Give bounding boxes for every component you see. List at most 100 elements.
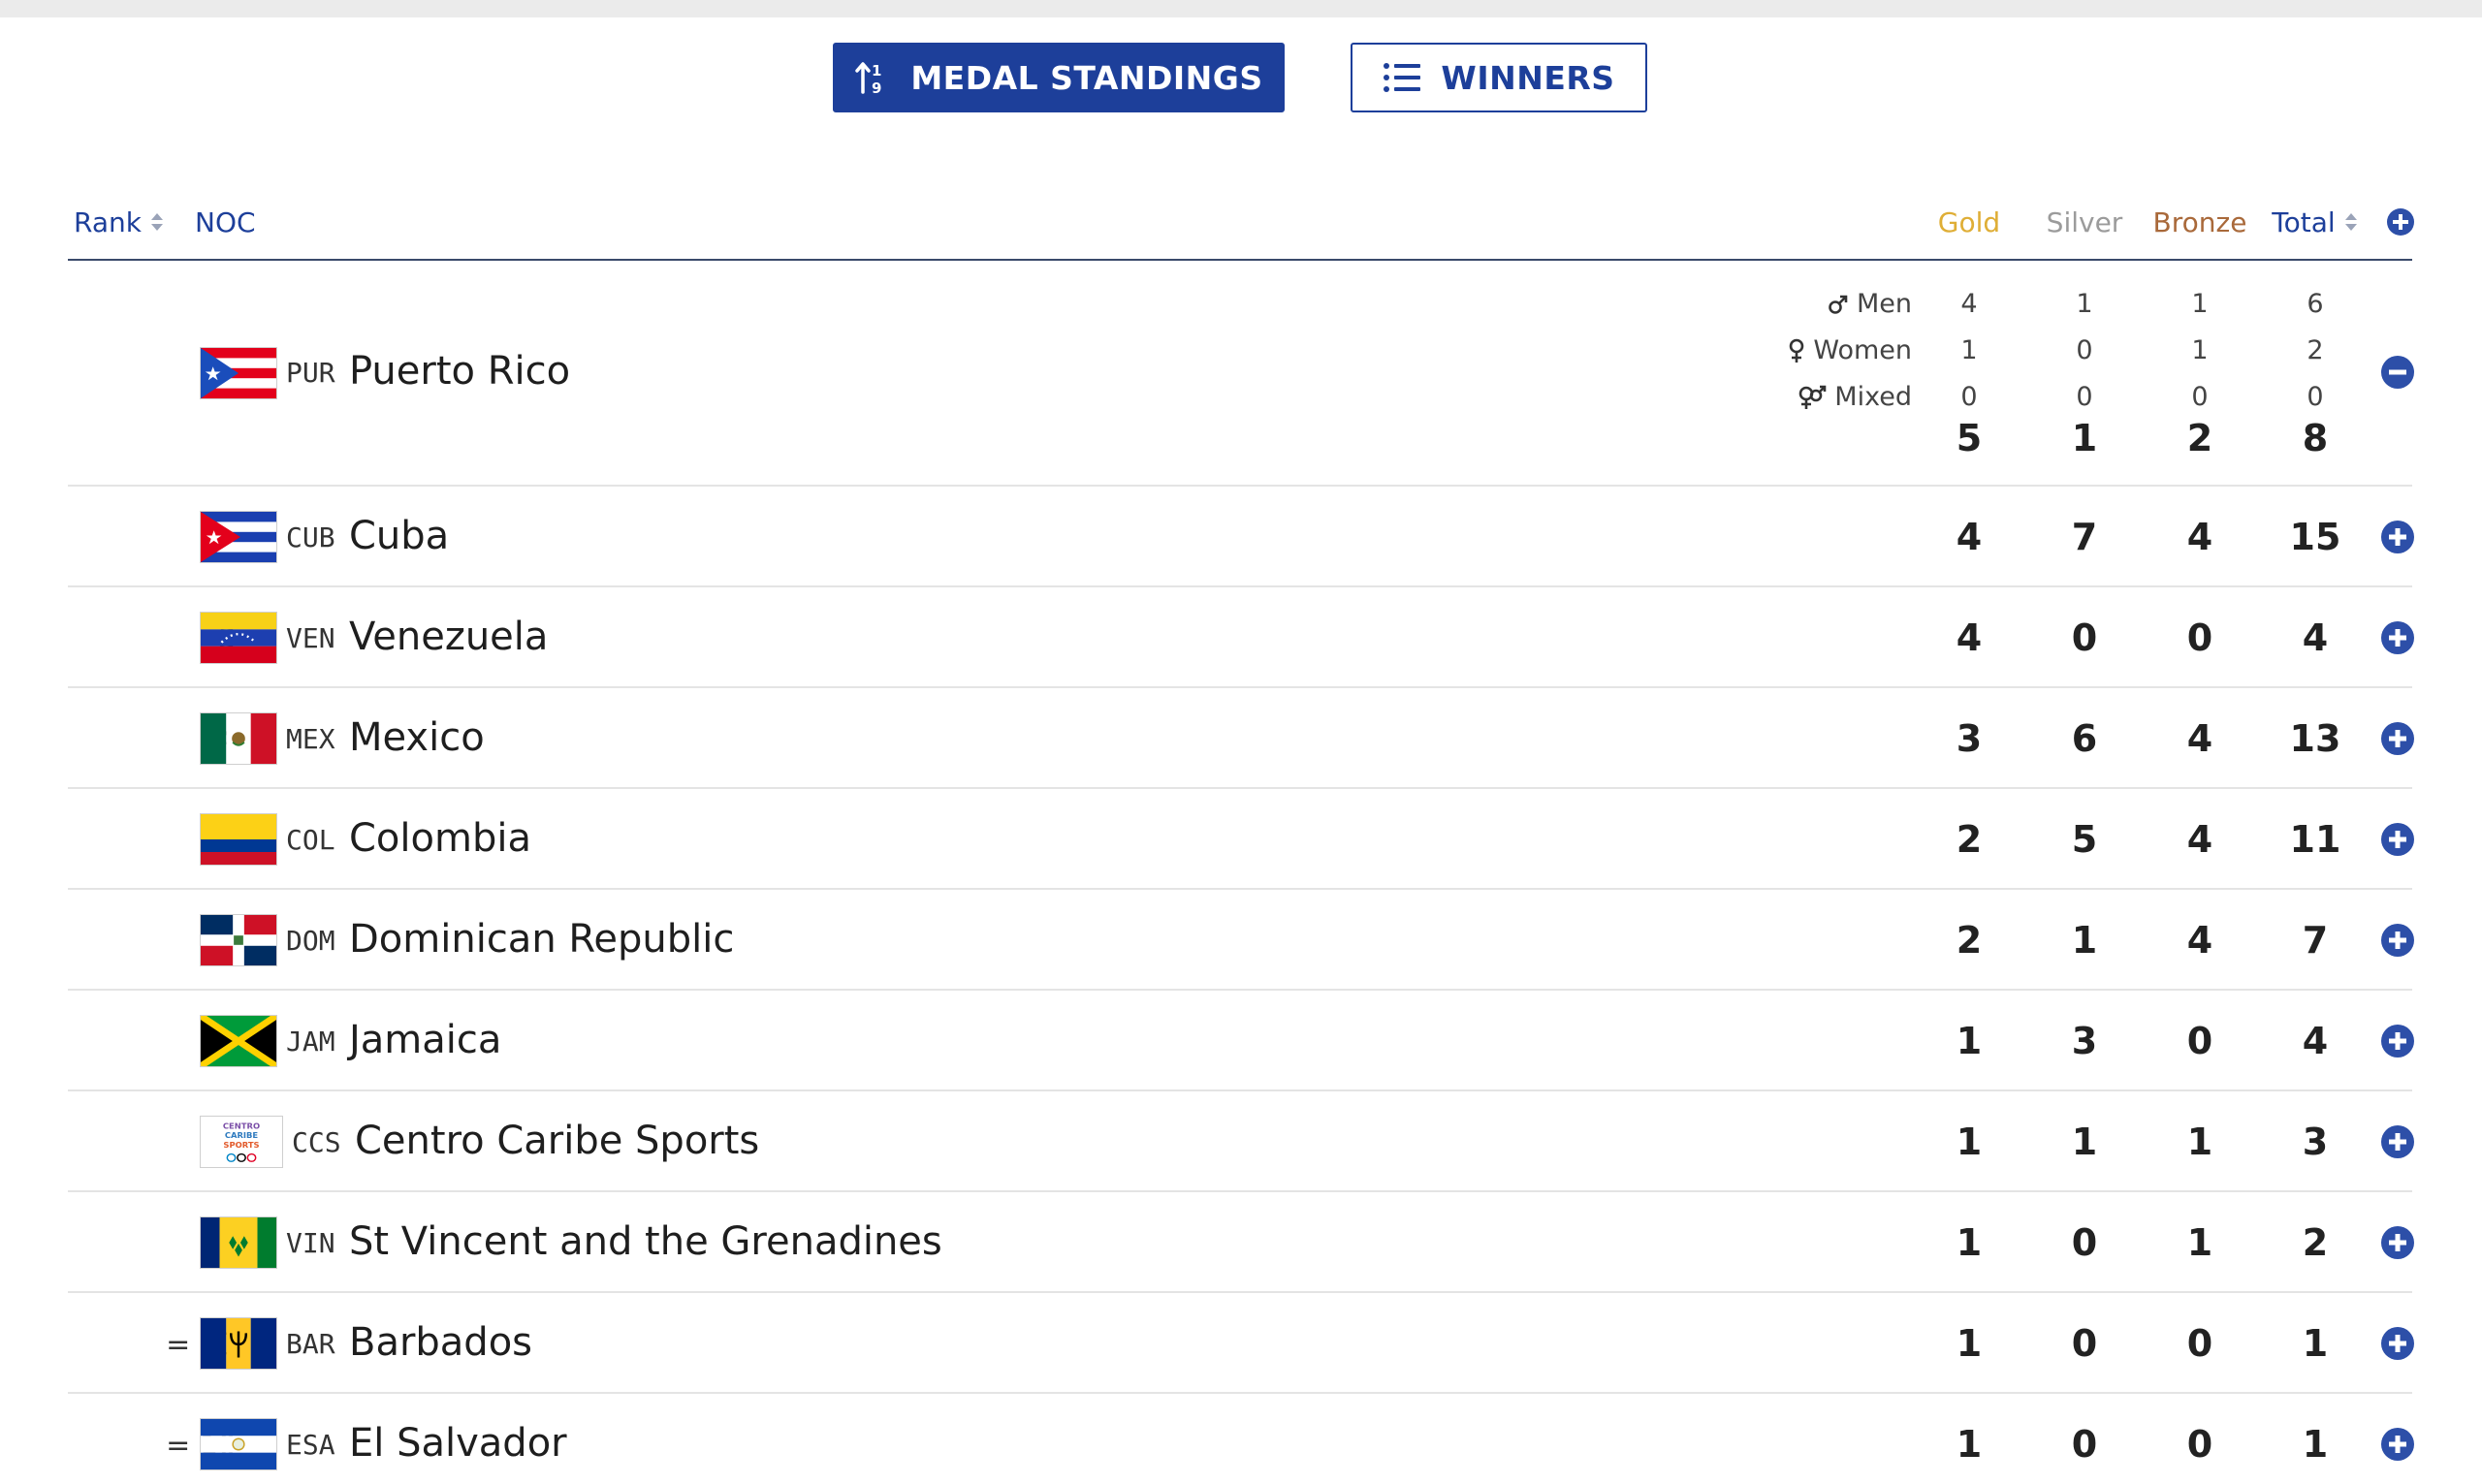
table-row[interactable]: 5COLColombia25411 xyxy=(68,789,2415,890)
bronze-count: 1 xyxy=(2186,1121,2213,1163)
collapse-row-button[interactable] xyxy=(2380,355,2415,390)
flag-ccs: CENTRO CARIBE SPORTS xyxy=(200,1116,283,1168)
silver-count: 0 xyxy=(2071,1322,2098,1365)
country-name[interactable]: Barbados xyxy=(349,1320,532,1365)
bronze-count: 0 xyxy=(2186,1423,2213,1466)
country-name[interactable]: Dominican Republic xyxy=(349,917,734,962)
country-name[interactable]: Venezuela xyxy=(349,615,548,659)
expand-row-button[interactable] xyxy=(2380,1124,2415,1159)
bronze-count: 0 xyxy=(2186,1322,2213,1365)
bronze-count: 1 xyxy=(2186,1221,2213,1264)
gold-count: 4 xyxy=(1956,516,1983,558)
breakdown-mixed-bronze: 0 xyxy=(2191,382,2209,412)
country-name[interactable]: Colombia xyxy=(349,816,531,861)
svg-text:9: 9 xyxy=(872,79,882,96)
total-count: 4 xyxy=(2302,616,2329,659)
svg-text:1: 1 xyxy=(872,62,882,79)
silver-count: 5 xyxy=(2071,818,2098,861)
expand-row-button[interactable] xyxy=(2380,1024,2415,1058)
rank-header-label: Rank xyxy=(74,205,142,238)
expand-row-button[interactable] xyxy=(2380,923,2415,958)
breakdown-mixed-total: 0 xyxy=(2307,382,2324,412)
table-row[interactable]: 6DOMDominican Republic2147 xyxy=(68,890,2415,991)
country-name[interactable]: St Vincent and the Grenadines xyxy=(349,1219,942,1264)
expand-row-button[interactable] xyxy=(2380,1225,2415,1260)
breakdown-mixed-silver: 0 xyxy=(2076,382,2093,412)
noc-code: BAR xyxy=(286,1328,335,1360)
breakdown-men-silver: 1 xyxy=(2076,289,2093,319)
expand-all-button[interactable] xyxy=(2383,199,2418,245)
country-name[interactable]: Mexico xyxy=(349,715,485,760)
flag-col xyxy=(200,813,277,866)
sort-icon: 1 9 xyxy=(854,59,891,96)
breakdown-women-total: 2 xyxy=(2307,335,2324,365)
noc-column-header: NOC xyxy=(195,205,256,238)
gold-count: 1 xyxy=(1956,1423,1983,1466)
winners-label: WINNERS xyxy=(1441,58,1615,97)
breakdown-women-bronze: 1 xyxy=(2191,335,2209,365)
silver-count: 7 xyxy=(2071,516,2098,558)
table-row[interactable]: 7JAMJamaica1304 xyxy=(68,991,2415,1091)
expand-row-button[interactable] xyxy=(2380,1427,2415,1462)
expand-row-button[interactable] xyxy=(2380,1326,2415,1361)
table-row[interactable]: 3VENVenezuela4004 xyxy=(68,587,2415,688)
total-count: 13 xyxy=(2289,717,2341,760)
table-row[interactable]: 9VINSt Vincent and the Grenadines1012 xyxy=(68,1192,2415,1293)
svg-text:CENTRO: CENTRO xyxy=(223,1122,260,1131)
silver-count: 0 xyxy=(2071,616,2098,659)
top-border-bar xyxy=(0,0,2482,17)
breakdown-men-bronze: 1 xyxy=(2191,289,2209,319)
medal-standings-button[interactable]: 1 9 MEDAL STANDINGS xyxy=(833,43,1285,112)
breakdown-women-silver: 0 xyxy=(2076,335,2093,365)
plus-circle-icon xyxy=(2381,521,2414,553)
total-count: 4 xyxy=(2302,1020,2329,1062)
expand-row-button[interactable] xyxy=(2380,721,2415,756)
table-row[interactable]: 2CUBCuba47415 xyxy=(68,487,2415,587)
table-row[interactable]: 4MEXMexico36413 xyxy=(68,688,2415,789)
total-count: 11 xyxy=(2289,818,2341,861)
total-count: 8 xyxy=(2302,417,2329,459)
total-column-header[interactable]: Total xyxy=(2252,199,2378,245)
breakdown-label-men: Men xyxy=(1828,289,1912,319)
silver-count: 6 xyxy=(2071,717,2098,760)
gold-column-header: Gold xyxy=(1937,205,2001,238)
noc-code: VIN xyxy=(286,1227,335,1259)
plus-circle-icon xyxy=(2381,722,2414,755)
winners-button[interactable]: WINNERS xyxy=(1351,43,1647,112)
flag-bar xyxy=(200,1317,277,1370)
bronze-count: 4 xyxy=(2186,717,2213,760)
expand-row-button[interactable] xyxy=(2380,620,2415,655)
flag-ven xyxy=(200,612,277,664)
total-count: 2 xyxy=(2302,1221,2329,1264)
gold-count: 2 xyxy=(1956,818,1983,861)
noc-code: JAM xyxy=(286,1026,335,1058)
rank-column-header[interactable]: Rank xyxy=(74,199,165,245)
sort-arrows-icon xyxy=(2343,211,2359,233)
plus-circle-icon xyxy=(2387,208,2414,236)
noc-code: CCS xyxy=(292,1126,341,1158)
gold-count: 1 xyxy=(1956,1322,1983,1365)
expand-row-button[interactable] xyxy=(2380,520,2415,554)
country-name[interactable]: Puerto Rico xyxy=(349,349,570,394)
table-row-expanded[interactable]: 1 PUR Puerto Rico Men 4 1 1 6 Women 1 0 … xyxy=(68,262,2415,487)
silver-column-header: Silver xyxy=(2046,205,2123,238)
country-name[interactable]: Centro Caribe Sports xyxy=(355,1119,759,1163)
plus-circle-icon xyxy=(2381,1025,2414,1058)
country-name[interactable]: El Salvador xyxy=(349,1421,567,1466)
table-row[interactable]: = 10ESAEl Salvador1001 xyxy=(68,1394,2415,1484)
total-count: 15 xyxy=(2289,516,2341,558)
flag-vin xyxy=(200,1216,277,1269)
svg-text:SPORTS: SPORTS xyxy=(223,1141,259,1150)
bronze-count: 2 xyxy=(2186,417,2213,459)
expand-row-button[interactable] xyxy=(2380,822,2415,857)
flag-dom xyxy=(200,914,277,966)
flag-cub xyxy=(200,511,277,563)
silver-count: 1 xyxy=(2071,1121,2098,1163)
bronze-count: 4 xyxy=(2186,919,2213,962)
country-name[interactable]: Jamaica xyxy=(349,1018,501,1062)
flag-jam xyxy=(200,1015,277,1067)
table-row[interactable]: = 10BARBarbados1001 xyxy=(68,1293,2415,1394)
table-row[interactable]: 8CENTROCARIBESPORTSCCSCentro Caribe Spor… xyxy=(68,1091,2415,1192)
country-name[interactable]: Cuba xyxy=(349,514,449,558)
noc-code: CUB xyxy=(286,521,335,553)
